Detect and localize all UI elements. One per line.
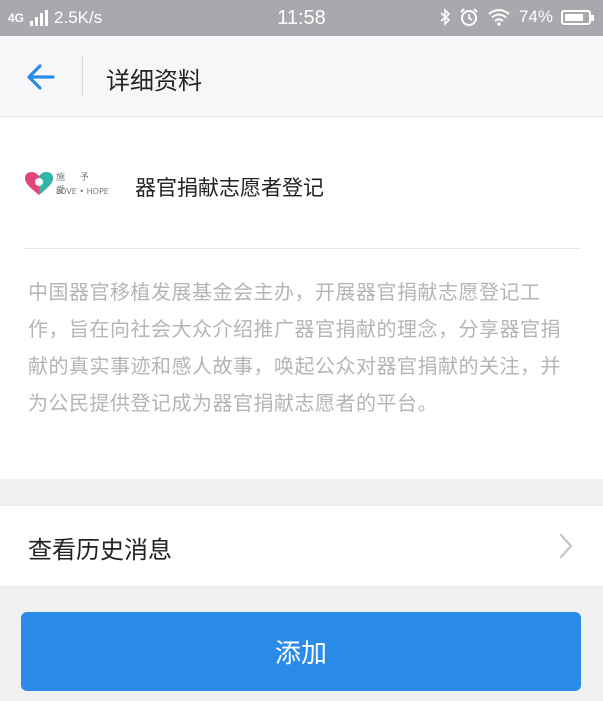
status-right: 74% bbox=[439, 7, 594, 27]
nav-divider bbox=[82, 56, 83, 96]
logo-subtext: LOVE • HOPE bbox=[56, 187, 109, 196]
battery-percent: 74% bbox=[518, 7, 553, 26]
alarm-icon bbox=[460, 8, 478, 26]
page-title: 详细资料 bbox=[106, 67, 202, 95]
view-history-row[interactable]: 查看历史消息 bbox=[0, 505, 603, 587]
back-button[interactable] bbox=[18, 54, 64, 100]
chevron-right-icon bbox=[559, 533, 573, 559]
arrow-left-icon bbox=[27, 64, 55, 90]
heart-logo-icon bbox=[25, 172, 53, 195]
account-description: 中国器官移植发展基金会主办，开展器官捐献志愿登记工作，旨在向社会大众介绍推广器官… bbox=[28, 280, 561, 415]
bluetooth-icon bbox=[440, 8, 451, 26]
history-label: 查看历史消息 bbox=[28, 536, 172, 564]
account-card: 施 予 爱 LOVE • HOPE 器官捐献志愿者登记 中国器官移植发展基金会主… bbox=[0, 117, 603, 479]
status-bar: 4G 2.5K/s 11:58 74% bbox=[0, 0, 603, 36]
nav-bar: 详细资料 bbox=[0, 36, 603, 117]
account-logo: 施 予 爱 LOVE • HOPE bbox=[24, 167, 114, 203]
wifi-icon bbox=[488, 9, 510, 26]
card-divider bbox=[24, 248, 581, 249]
screen: 4G 2.5K/s 11:58 74% 详细资料 施 予 爱 LOVE • HO… bbox=[0, 0, 603, 701]
account-name: 器官捐献志愿者登记 bbox=[135, 176, 324, 200]
battery-icon bbox=[561, 9, 594, 25]
add-button[interactable]: 添加 bbox=[21, 612, 581, 691]
